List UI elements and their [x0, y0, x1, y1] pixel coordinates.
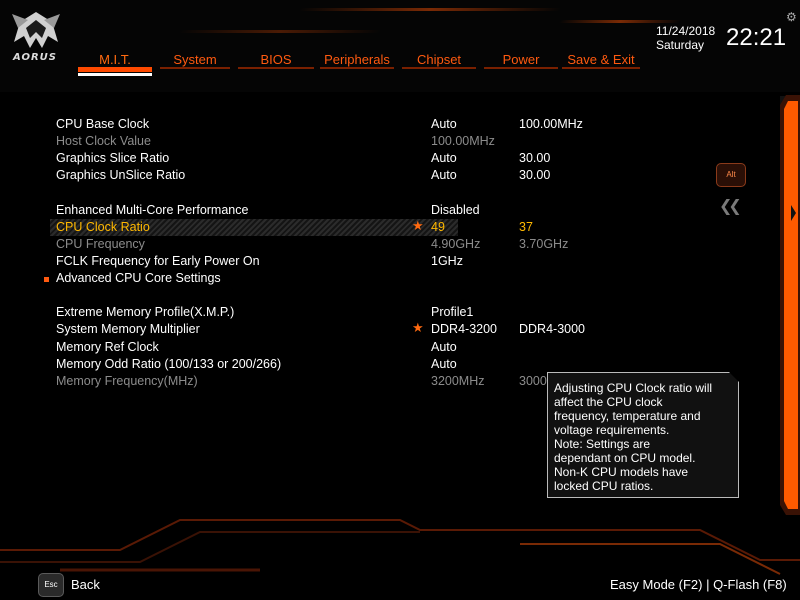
setting-label: System Memory Multiplier — [56, 322, 200, 336]
setting-current: 3000 — [519, 374, 547, 388]
tab-save-exit[interactable]: Save & Exit — [562, 51, 640, 79]
submenu-bullet-icon — [44, 277, 49, 282]
clock-display: 22:21 — [726, 24, 787, 51]
tab-underline — [160, 67, 230, 69]
alt-key-button[interactable]: Alt — [716, 163, 746, 187]
help-tooltip: Adjusting CPU Clock ratio will affect th… — [547, 372, 739, 498]
date-text: 11/24/2018 — [656, 24, 716, 38]
double-chevron-left-icon[interactable]: ❮❮ — [719, 196, 742, 215]
setting-value: 100.00MHz — [431, 134, 495, 148]
tooltip-corner — [729, 372, 739, 382]
setting-label: Memory Frequency(MHz) — [56, 374, 198, 388]
setting-value: Auto — [431, 340, 457, 354]
setting-graphics-unslice-ratio[interactable]: Graphics UnSlice Ratio Auto 30.00 — [56, 167, 676, 184]
setting-fclk-frequency[interactable]: FCLK Frequency for Early Power On 1GHz — [56, 253, 676, 270]
tab-label: BIOS — [260, 52, 292, 67]
setting-xmp[interactable]: Extreme Memory Profile(X.M.P.) Profile1 — [56, 304, 676, 321]
setting-current: 3.70GHz — [519, 237, 569, 251]
setting-value: 4.90GHz — [431, 237, 481, 251]
setting-label: Extreme Memory Profile(X.M.P.) — [56, 305, 235, 319]
tab-label: Save & Exit — [567, 52, 635, 67]
tab-label: Chipset — [416, 52, 462, 67]
setting-label: CPU Clock Ratio — [56, 220, 150, 234]
day-text: Saturday — [656, 38, 705, 52]
setting-value: Auto — [431, 117, 457, 131]
setting-value: 3200MHz — [431, 374, 485, 388]
setting-system-memory-multiplier[interactable]: System Memory Multiplier DDR4-3200 DDR4-… — [56, 321, 676, 338]
tab-chipset[interactable]: Chipset — [402, 51, 476, 79]
setting-cpu-base-clock[interactable]: CPU Base Clock Auto 100.00MHz — [56, 116, 676, 133]
setting-cpu-clock-ratio[interactable]: CPU Clock Ratio 49 37 — [50, 219, 533, 236]
help-text: Adjusting CPU Clock ratio will affect th… — [554, 381, 713, 493]
setting-label: FCLK Frequency for Early Power On — [56, 254, 260, 268]
setting-enhanced-multi-core[interactable]: Enhanced Multi-Core Performance Disabled — [56, 202, 676, 219]
submenu-advanced-cpu-core-settings[interactable]: Advanced CPU Core Settings — [56, 270, 676, 287]
aorus-logo-text: AORUS — [13, 52, 57, 63]
side-panel-edge[interactable] — [780, 95, 800, 515]
setting-label: CPU Frequency — [56, 237, 145, 251]
tab-bios[interactable]: BIOS — [238, 51, 314, 79]
setting-current: 30.00 — [519, 168, 551, 182]
setting-value: DDR4-3200 — [431, 322, 498, 336]
setting-current: 37 — [519, 220, 533, 234]
setting-cpu-frequency: CPU Frequency 4.90GHz 3.70GHz — [56, 236, 676, 253]
setting-label: Graphics Slice Ratio — [56, 151, 170, 165]
setting-value: Auto — [431, 168, 457, 182]
tab-label: Peripherals — [324, 52, 390, 67]
tab-underline — [238, 67, 314, 69]
setting-current: DDR4-3000 — [519, 322, 586, 336]
tab-label: Power — [502, 52, 540, 67]
tab-label: M.I.T. — [99, 52, 131, 67]
setting-graphics-slice-ratio[interactable]: Graphics Slice Ratio Auto 30.00 — [56, 150, 676, 167]
setting-label: Host Clock Value — [56, 134, 151, 148]
setting-label: Memory Odd Ratio (100/133 or 200/266) — [56, 357, 282, 371]
setting-value: Disabled — [431, 203, 480, 217]
setting-current: 100.00MHz — [519, 117, 583, 131]
tab-system[interactable]: System — [160, 51, 230, 79]
decor-stripe — [178, 30, 382, 33]
tab-mit[interactable]: M.I.T. — [78, 51, 152, 79]
modified-star-icon: ★ — [412, 219, 424, 234]
setting-label: Graphics UnSlice Ratio — [56, 168, 186, 182]
back-label[interactable]: Back — [71, 577, 100, 592]
setting-memory-ref-clock[interactable]: Memory Ref Clock Auto — [56, 339, 676, 356]
setting-value: 49 — [431, 220, 445, 234]
active-tab-glow — [78, 67, 152, 72]
setting-value: 1GHz — [431, 254, 463, 268]
header-bar: AORUS M.I.T. System BIOS Peripherals Chi… — [0, 0, 800, 92]
tab-power[interactable]: Power — [484, 51, 558, 79]
footer-bar: Esc Back Easy Mode (F2) | Q-Flash (F8) — [0, 510, 800, 600]
decor-stripe — [298, 8, 562, 11]
tab-underline — [402, 67, 476, 69]
setting-label: Advanced CPU Core Settings — [56, 271, 221, 285]
decor-stripe — [558, 20, 682, 23]
setting-current: 30.00 — [519, 151, 551, 165]
date-display: 11/24/2018 Saturday — [656, 24, 715, 52]
easy-mode-qflash-label[interactable]: Easy Mode (F2) | Q-Flash (F8) — [610, 577, 787, 592]
setting-host-clock-value: Host Clock Value 100.00MHz — [56, 133, 676, 150]
tab-peripherals[interactable]: Peripherals — [320, 51, 394, 79]
setting-value: Auto — [431, 151, 457, 165]
tab-label: System — [173, 52, 217, 67]
setting-label: Memory Ref Clock — [56, 340, 159, 354]
tab-underline — [562, 67, 640, 69]
tab-underline — [78, 73, 152, 76]
tab-underline — [484, 67, 558, 69]
setting-memory-odd-ratio[interactable]: Memory Odd Ratio (100/133 or 200/266) Au… — [56, 356, 676, 373]
setting-value: Profile1 — [431, 305, 474, 319]
setting-label: CPU Base Clock — [56, 117, 150, 131]
esc-key-button[interactable]: Esc — [38, 573, 64, 597]
setting-value: Auto — [431, 357, 457, 371]
tab-underline — [320, 67, 394, 69]
gear-icon[interactable]: ⚙ — [786, 10, 797, 24]
setting-label: Enhanced Multi-Core Performance — [56, 203, 249, 217]
